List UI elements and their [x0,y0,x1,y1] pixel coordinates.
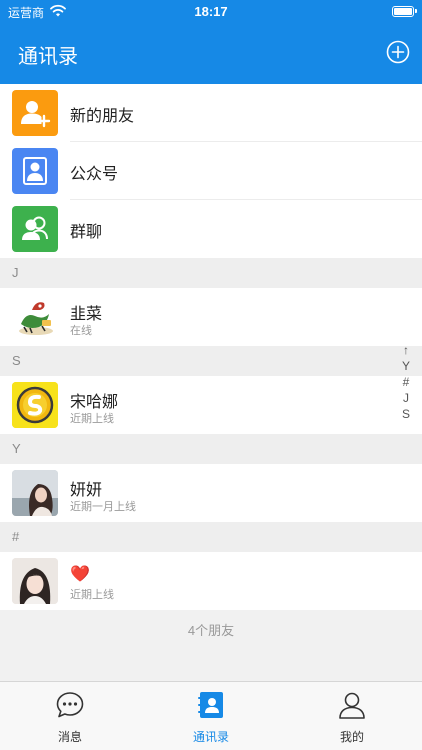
index-item[interactable]: S [400,406,412,422]
nav-bar: 通讯录 [0,24,422,84]
contact-name: 宋哈娜 [70,394,119,411]
alphabet-index[interactable]: ↑ Y # J S [400,342,412,422]
contact-status: 近期上线 [70,589,114,601]
section-header-j: J [0,258,422,288]
add-circle-icon[interactable] [386,40,410,64]
index-item[interactable]: # [400,374,412,390]
contact-name: ❤️ [70,566,90,583]
coin-avatar-icon [12,382,58,428]
index-item[interactable]: ↑ [400,342,412,358]
contact-row[interactable]: 宋哈娜 近期上线 [0,376,422,434]
page-title: 通讯录 [18,46,78,68]
official-accounts-row[interactable]: 公众号 [0,142,422,200]
clock: 18:17 [194,4,228,19]
contact-name: 韭菜 [70,306,103,323]
contact-name: 妍妍 [70,482,103,499]
contact-row[interactable]: 妍妍 近期一月上线 [0,464,422,522]
contact-status: 在线 [70,325,92,337]
group-chat-icon [12,206,58,252]
contacts-book-icon [198,692,223,718]
girl-photo-avatar [12,558,58,604]
tab-messages[interactable]: 消息 [0,682,140,750]
section-header-hash: # [0,522,422,552]
row-label: 新的朋友 [70,108,135,125]
woman-photo-avatar [12,470,58,516]
group-chats-row[interactable]: 群聊 [0,200,422,258]
tab-contacts[interactable]: 通讯录 [141,682,281,750]
chat-bubble-icon [56,692,84,718]
row-label: 群聊 [70,224,103,241]
tab-bar: 消息 通讯录 我的 [0,681,422,750]
contact-row[interactable]: 韭菜 在线 [0,288,422,346]
new-friends-row[interactable]: 新的朋友 [0,84,422,142]
official-account-icon [12,148,58,194]
section-header-s: S [0,346,422,376]
contact-status: 近期上线 [70,413,114,425]
contact-status: 近期一月上线 [70,501,136,513]
profile-icon [339,692,365,719]
add-friend-icon [12,90,58,136]
section-header-y: Y [0,434,422,464]
tab-profile[interactable]: 我的 [282,682,422,750]
row-label: 公众号 [70,166,119,183]
contacts-list[interactable]: 新的朋友 公众号 群聊 J 韭菜 在线 S 宋哈娜 近期上线 Y 妍妍 近期一月… [0,84,422,681]
contact-row[interactable]: ❤️ 近期上线 [0,552,422,610]
index-item[interactable]: Y [400,358,412,374]
friend-count: 4个朋友 [187,623,235,638]
tab-label: 我的 [339,730,364,744]
tab-label: 消息 [57,730,82,744]
status-bar: 运营商 18:17 [0,0,422,24]
index-item[interactable]: J [400,390,412,406]
battery-icon [392,6,417,17]
tab-label: 通讯录 [192,730,229,744]
dragon-avatar-icon [12,294,58,340]
